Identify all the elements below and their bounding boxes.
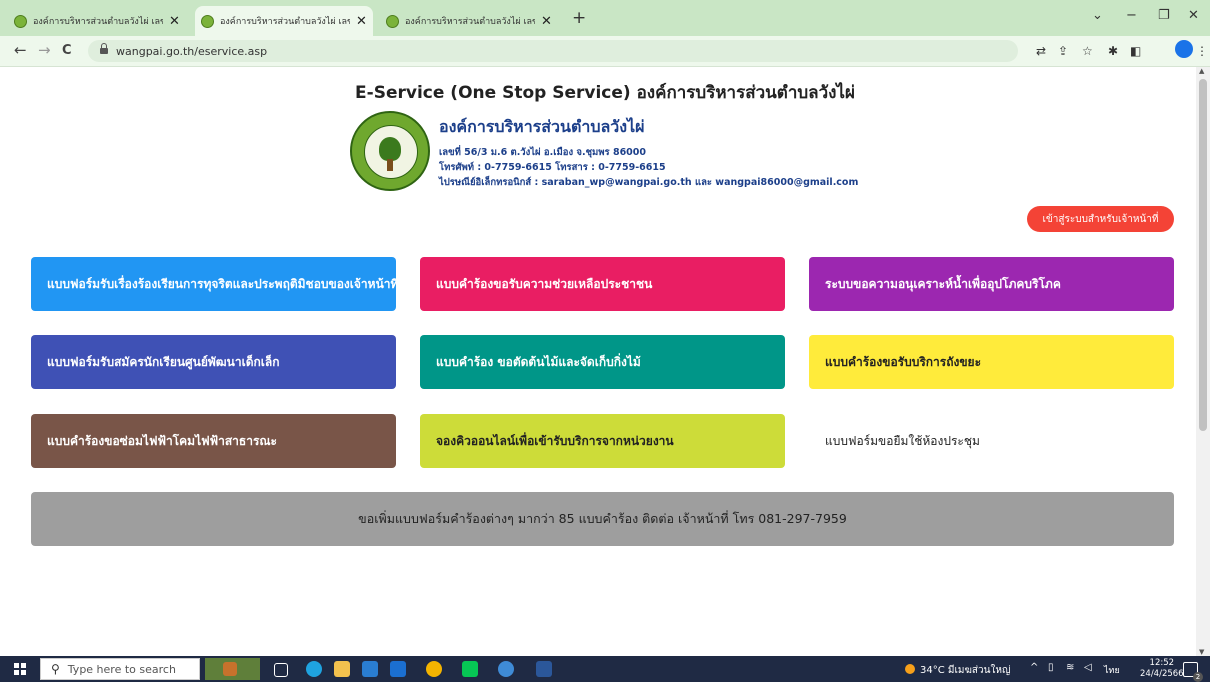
tab-close-icon[interactable]: ✕ bbox=[169, 14, 180, 29]
org-email: ไปรษณีย์อิเล็กทรอนิกส์ : saraban_wp@wang… bbox=[439, 177, 859, 188]
task-view-icon[interactable] bbox=[274, 663, 288, 677]
service-water-request[interactable]: ระบบขอความอนุเคราะห์น้ำเพื่ออุปโภคบริโภค bbox=[809, 257, 1174, 311]
browser-tab-2[interactable]: องค์การบริหารส่วนตำบลวังไผ่ เลขที่ 56 ✕ bbox=[195, 6, 373, 36]
service-online-queue[interactable]: จองคิวออนไลน์เพื่อเข้ารับบริการจากหน่วยง… bbox=[420, 414, 785, 468]
org-phone: โทรศัพท์ : 0-7759-6615 โทรสาร : 0-7759-6… bbox=[439, 162, 666, 173]
tab-close-icon[interactable]: ✕ bbox=[356, 14, 367, 29]
org-address: เลขที่ 56/3 ม.6 ต.วังไผ่ อ.เมือง จ.ชุมพร… bbox=[439, 147, 647, 158]
tab-title: องค์การบริหารส่วนตำบลวังไผ่ เลขที่ 56 bbox=[220, 17, 350, 27]
file-explorer-icon[interactable] bbox=[334, 661, 350, 677]
page-scrollbar[interactable]: ▲ ▼ bbox=[1196, 67, 1210, 656]
service-tree-cutting[interactable]: แบบคำร้อง ขอตัดต้นไม้และจัดเก็บกิ่งไม้ bbox=[420, 335, 785, 389]
mail-icon[interactable] bbox=[390, 661, 406, 677]
windows-taskbar: ⚲ Type here to search 34°C มีเมฆส่วนใหญ่… bbox=[0, 656, 1210, 682]
scroll-up-icon[interactable]: ▲ bbox=[1199, 67, 1204, 75]
staff-login-button[interactable]: เข้าสู่ระบบสำหรับเจ้าหน้าที่ bbox=[1027, 206, 1174, 232]
windows-start-icon[interactable] bbox=[14, 663, 26, 675]
notification-center-icon[interactable]: 2 bbox=[1183, 662, 1203, 682]
forward-button[interactable]: → bbox=[38, 41, 51, 59]
service-complaint-corruption[interactable]: แบบฟอร์มรับเรื่องร้องเรียนการทุจริตและปร… bbox=[31, 257, 396, 311]
lock-icon bbox=[100, 42, 108, 56]
profile-avatar-icon[interactable] bbox=[1175, 40, 1193, 58]
address-bar[interactable]: wangpai.go.th/eservice.asp bbox=[88, 40, 1018, 62]
weather-sun-icon bbox=[905, 664, 915, 674]
reload-button[interactable]: C bbox=[62, 43, 72, 58]
chrome-profile-icon[interactable] bbox=[498, 661, 514, 677]
tab-search-chevron-icon[interactable]: ⌄ bbox=[1092, 8, 1103, 23]
new-tab-button[interactable]: + bbox=[572, 8, 586, 28]
line-icon[interactable] bbox=[462, 661, 478, 677]
taskbar-search-placeholder: Type here to search bbox=[67, 662, 176, 676]
tray-chevron-icon[interactable]: ^ bbox=[1030, 662, 1038, 673]
tray-device-icon[interactable]: ▯ bbox=[1048, 662, 1054, 673]
taskbar-search-box[interactable]: ⚲ Type here to search bbox=[40, 658, 200, 680]
service-streetlight-repair[interactable]: แบบคำร้องขอซ่อมไฟฟ้าโคมไฟฟ้าสาธารณะ bbox=[31, 414, 396, 468]
url-text: wangpai.go.th/eservice.asp bbox=[116, 44, 268, 58]
site-favicon-icon bbox=[386, 14, 399, 28]
translate-icon[interactable]: ⇄ bbox=[1036, 44, 1046, 58]
side-panel-icon[interactable]: ◧ bbox=[1130, 44, 1141, 58]
store-icon[interactable] bbox=[362, 661, 378, 677]
search-highlight-image[interactable] bbox=[205, 658, 260, 680]
org-name: องค์การบริหารส่วนตำบลวังไผ่ bbox=[439, 117, 645, 136]
service-childcare-enrollment[interactable]: แบบฟอร์มรับสมัครนักเรียนศูนย์พัฒนาเด็กเล… bbox=[31, 335, 396, 389]
browser-toolbar: ← → C wangpai.go.th/eservice.asp ⇄ ⇪ ☆ ✱… bbox=[0, 36, 1210, 67]
notification-count: 2 bbox=[1193, 672, 1203, 682]
tab-close-icon[interactable]: ✕ bbox=[541, 14, 552, 29]
weather-widget[interactable]: 34°C มีเมฆส่วนใหญ่ bbox=[905, 663, 1010, 678]
minimize-button[interactable]: − bbox=[1126, 8, 1137, 23]
org-logo-seal bbox=[350, 111, 430, 191]
scrollbar-thumb[interactable] bbox=[1199, 79, 1207, 431]
chrome-menu-icon[interactable]: ⋮ bbox=[1196, 44, 1208, 58]
clock-time: 12:52 bbox=[1149, 658, 1175, 668]
search-icon: ⚲ bbox=[51, 662, 60, 676]
restore-button[interactable]: ❐ bbox=[1158, 8, 1170, 23]
scroll-down-icon[interactable]: ▼ bbox=[1199, 648, 1204, 656]
page-viewport: E-Service (One Stop Service) องค์การบริห… bbox=[0, 67, 1196, 656]
network-icon[interactable]: ≋ bbox=[1066, 662, 1074, 673]
volume-icon[interactable]: ◁ bbox=[1084, 662, 1092, 673]
system-clock[interactable]: 12:52 24/4/2566 bbox=[1140, 658, 1184, 680]
input-language[interactable]: ไทย bbox=[1104, 663, 1120, 677]
word-icon[interactable] bbox=[536, 661, 552, 677]
site-favicon-icon bbox=[201, 14, 214, 28]
share-icon[interactable]: ⇪ bbox=[1058, 44, 1068, 58]
tab-title: องค์การบริหารส่วนตำบลวังไผ่ เลขที่ 56 bbox=[405, 17, 535, 27]
site-favicon-icon bbox=[14, 14, 27, 28]
logo-tree-icon bbox=[379, 137, 401, 161]
service-garbage-bin[interactable]: แบบคำร้องขอรับบริการถังขยะ bbox=[809, 335, 1174, 389]
contact-banner[interactable]: ขอเพิ่มแบบฟอร์มคำร้องต่างๆ มากว่า 85 แบบ… bbox=[31, 492, 1174, 546]
service-public-assistance[interactable]: แบบคำร้องขอรับความช่วยเหลือประชาชน bbox=[420, 257, 785, 311]
service-meeting-room[interactable]: แบบฟอร์มขอยืมใช้ห้องประชุม bbox=[809, 414, 1174, 468]
page-title: E-Service (One Stop Service) องค์การบริห… bbox=[355, 83, 855, 103]
bookmark-star-icon[interactable]: ☆ bbox=[1082, 44, 1093, 58]
tab-strip: องค์การบริหารส่วนตำบลวังไผ่ เลขที่ 56 ✕ … bbox=[0, 0, 1210, 36]
tab-title: องค์การบริหารส่วนตำบลวังไผ่ เลขที่ 56 bbox=[33, 17, 163, 27]
weather-text: 34°C มีเมฆส่วนใหญ่ bbox=[920, 665, 1011, 676]
extensions-icon[interactable]: ✱ bbox=[1108, 44, 1118, 58]
clock-date: 24/4/2566 bbox=[1140, 669, 1184, 679]
browser-tab-1[interactable]: องค์การบริหารส่วนตำบลวังไผ่ เลขที่ 56 ✕ bbox=[8, 6, 194, 36]
window-close-button[interactable]: ✕ bbox=[1188, 8, 1199, 23]
edge-icon[interactable] bbox=[306, 661, 322, 677]
back-button[interactable]: ← bbox=[14, 41, 27, 59]
chrome-icon[interactable] bbox=[426, 661, 442, 677]
browser-tab-3[interactable]: องค์การบริหารส่วนตำบลวังไผ่ เลขที่ 56 ✕ bbox=[380, 6, 566, 36]
